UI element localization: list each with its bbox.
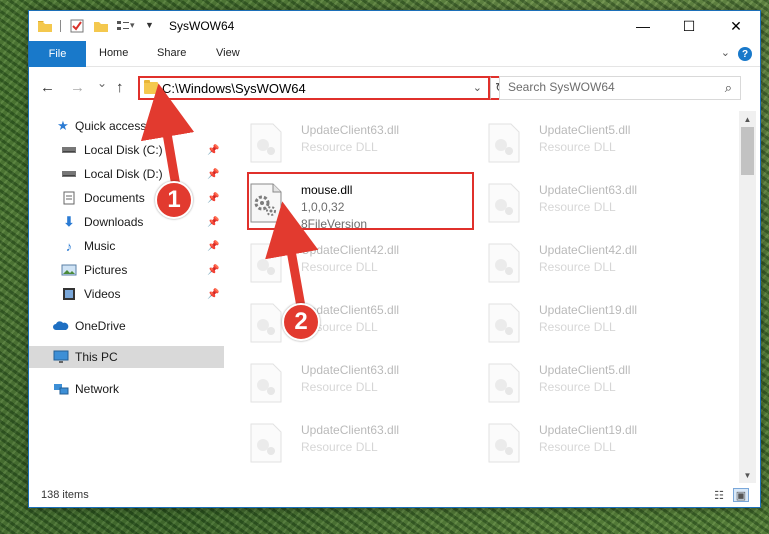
arrow-to-address-bar — [140, 83, 195, 197]
annotation-arrows — [140, 83, 319, 323]
step-1-badge: 1 — [155, 181, 193, 219]
step-2-badge: 2 — [282, 303, 320, 341]
